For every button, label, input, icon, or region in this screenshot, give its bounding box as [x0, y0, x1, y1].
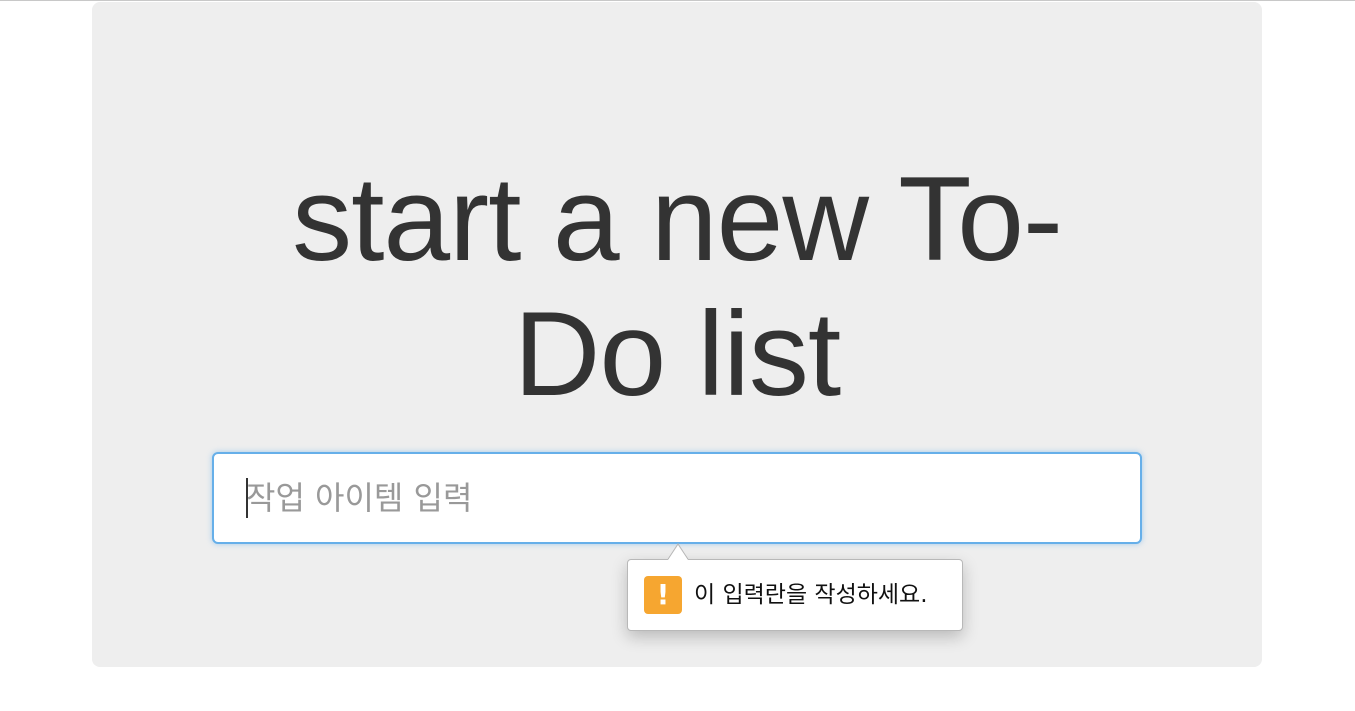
validation-tooltip: ! 이 입력란을 작성하세요.	[627, 559, 963, 631]
page-title: start a new To- Do list	[92, 152, 1262, 422]
top-divider	[0, 0, 1355, 1]
todo-item-input[interactable]	[212, 452, 1142, 544]
page-title-line-2: Do list	[513, 287, 841, 421]
page-title-line-1: start a new To-	[292, 152, 1063, 286]
text-caret	[246, 478, 248, 518]
warning-icon: !	[644, 576, 682, 614]
validation-message: 이 입력란을 작성하세요.	[694, 582, 928, 608]
tooltip-arrow-fill	[668, 545, 688, 560]
